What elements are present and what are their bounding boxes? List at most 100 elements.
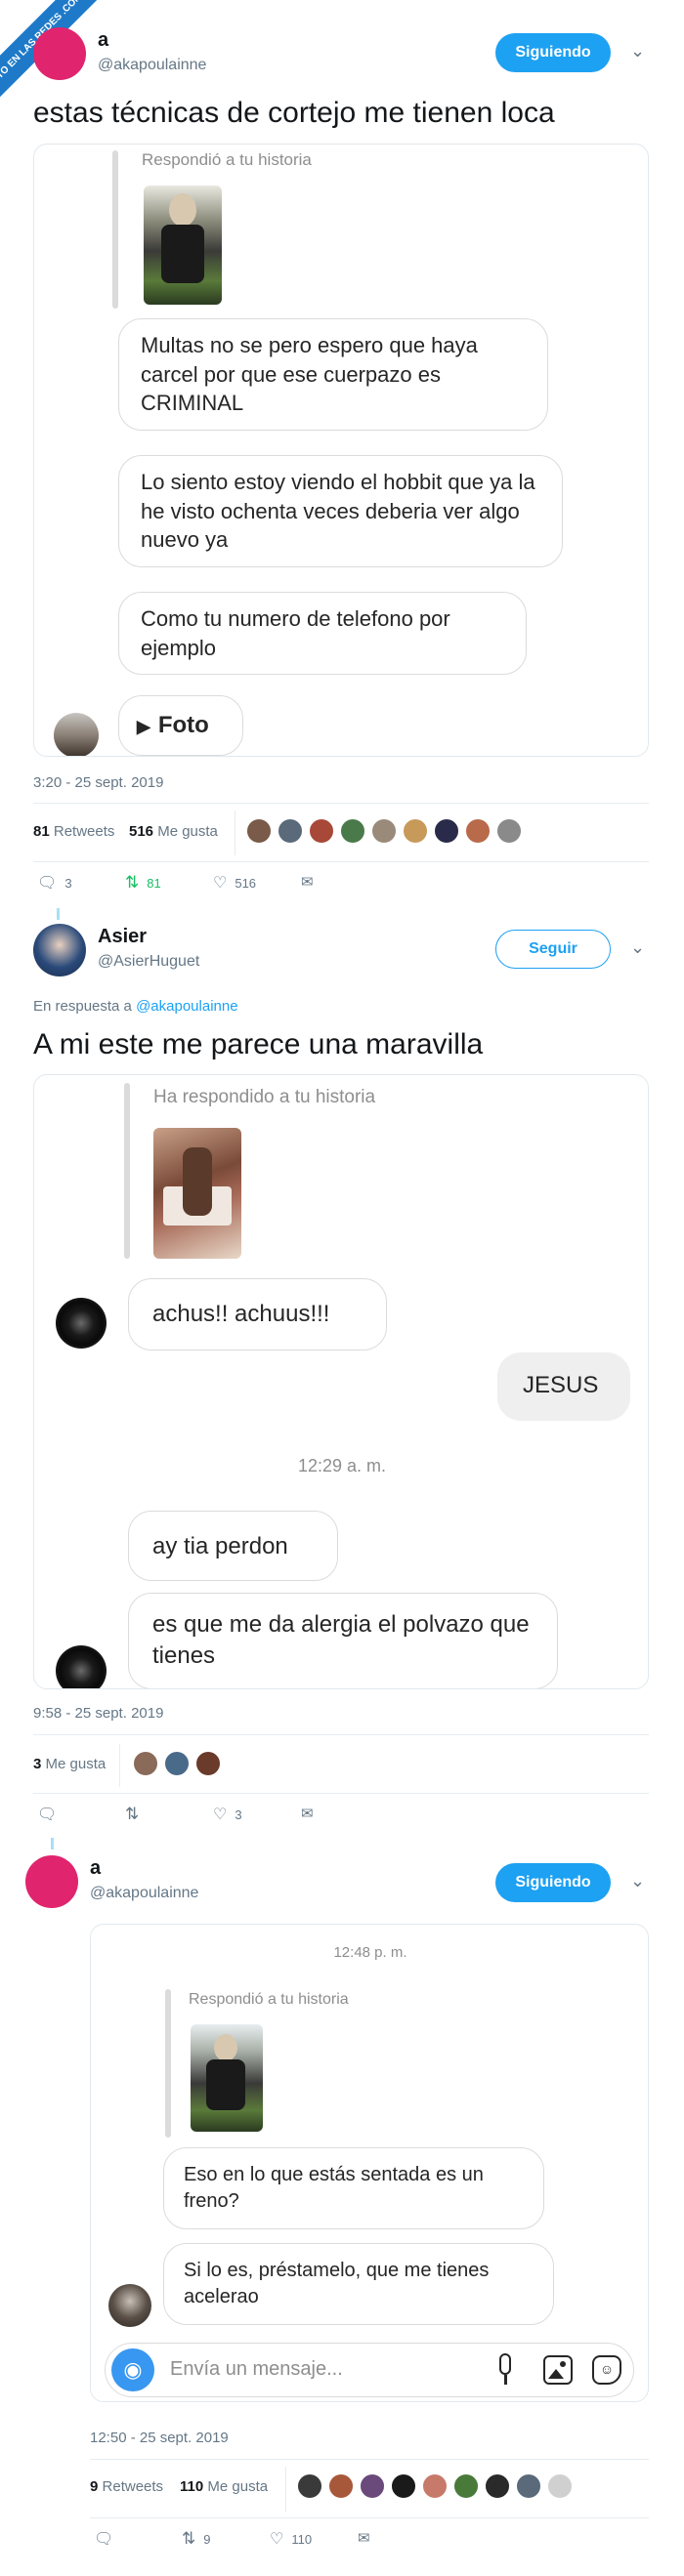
message-bubble: Eso en lo que estás sentada es un freno? — [163, 2147, 544, 2229]
retweet-count[interactable]: 9 Retweets — [90, 2478, 163, 2495]
follow-button[interactable]: Seguir — [495, 930, 611, 969]
vertical-divider — [119, 1744, 120, 1787]
reply-bar — [124, 1083, 130, 1259]
reply-bar — [165, 1989, 171, 2138]
liker-avatar[interactable] — [246, 818, 272, 844]
reply-label: Respondió a tu historia — [142, 150, 312, 169]
likers-avatars[interactable] — [133, 1751, 227, 1776]
chevron-down-icon[interactable]: ⌄ — [630, 1871, 645, 1891]
sender-avatar — [54, 713, 99, 756]
liker-avatar[interactable] — [391, 2473, 416, 2499]
reply-bar — [112, 150, 118, 309]
message-input[interactable]: Envía un mensaje... — [170, 2358, 343, 2381]
like-button[interactable]: ♡ 110 — [270, 2529, 312, 2549]
avatar[interactable] — [33, 27, 86, 80]
reply-icon: 🗨 — [37, 875, 58, 892]
retweet-icon: ⇅ — [125, 1805, 140, 1823]
chevron-down-icon[interactable]: ⌄ — [630, 41, 645, 62]
story-thumbnail — [153, 1128, 241, 1259]
retweet-button[interactable]: ⇅ 9 — [182, 2529, 210, 2549]
liker-avatar[interactable] — [496, 818, 522, 844]
liker-avatar[interactable] — [403, 818, 428, 844]
liker-avatar[interactable] — [485, 2473, 510, 2499]
mic-icon[interactable] — [494, 2353, 516, 2387]
reply-count: 3 — [64, 875, 72, 891]
like-count[interactable]: 110 Me gusta — [180, 2478, 268, 2495]
author-handle[interactable]: @AsierHuguet — [98, 953, 199, 971]
liker-avatar[interactable] — [328, 2473, 354, 2499]
liker-avatar[interactable] — [360, 2473, 385, 2499]
reply-button[interactable]: 🗨 — [94, 2529, 121, 2549]
author-name[interactable]: a — [98, 29, 108, 52]
reply-button[interactable]: 🗨 3 — [37, 873, 72, 893]
divider — [90, 2517, 649, 2518]
timestamp[interactable]: 3:20 - 25 sept. 2019 — [33, 774, 163, 791]
avatar[interactable] — [25, 1855, 78, 1908]
like-action-count: 516 — [235, 875, 257, 891]
likers-avatars[interactable] — [297, 2473, 578, 2499]
retweet-count[interactable]: 81 Retweets — [33, 823, 114, 840]
liker-avatar[interactable] — [547, 2473, 573, 2499]
dm-button[interactable]: ✉ — [358, 2529, 370, 2547]
dm-button[interactable]: ✉ — [301, 873, 314, 891]
divider — [90, 2459, 649, 2460]
gallery-icon[interactable] — [543, 2355, 573, 2385]
liker-avatar[interactable] — [453, 2473, 479, 2499]
sender-avatar — [108, 2284, 151, 2327]
like-action-count: 3 — [235, 1807, 242, 1822]
liker-avatar[interactable] — [278, 818, 303, 844]
like-button[interactable]: ♡ 3 — [213, 1805, 242, 1824]
vertical-divider — [285, 2467, 286, 2512]
like-label: Me gusta — [45, 1756, 107, 1772]
liker-avatar[interactable] — [422, 2473, 448, 2499]
retweet-button[interactable]: ⇅ — [125, 1805, 147, 1824]
liker-avatar[interactable] — [133, 1751, 158, 1776]
liker-avatar[interactable] — [465, 818, 491, 844]
liker-avatar[interactable] — [297, 2473, 322, 2499]
liker-avatar[interactable] — [164, 1751, 190, 1776]
author-name[interactable]: a — [90, 1857, 101, 1880]
message-composer[interactable]: ◉ Envía un mensaje... ☺ — [105, 2343, 634, 2397]
following-button[interactable]: Siguiendo — [495, 33, 611, 72]
message-bubble-right: JESUS — [497, 1352, 630, 1421]
like-button[interactable]: ♡ 516 — [213, 873, 256, 893]
like-count[interactable]: 516 Me gusta — [129, 823, 218, 840]
avatar[interactable] — [33, 924, 86, 976]
liker-avatar[interactable] — [434, 818, 459, 844]
liker-avatar[interactable] — [340, 818, 365, 844]
like-count[interactable]: 3 Me gusta — [33, 1756, 106, 1772]
liker-avatar[interactable] — [195, 1751, 221, 1776]
message-bubble: Lo siento estoy viendo el hobbit que ya … — [118, 455, 563, 568]
message-time: 12:48 p. m. — [333, 1944, 407, 1961]
timestamp[interactable]: 12:50 - 25 sept. 2019 — [90, 2430, 229, 2446]
liker-avatar[interactable] — [371, 818, 397, 844]
dm-screenshot-card: Respondió a tu historia Multas no se per… — [33, 144, 649, 757]
liker-avatar[interactable] — [516, 2473, 541, 2499]
reply-to-link[interactable]: @akapoulainne — [136, 998, 237, 1015]
sticker-icon[interactable]: ☺ — [592, 2355, 621, 2385]
photo-message[interactable]: ▶ Foto — [118, 695, 243, 756]
timestamp[interactable]: 9:58 - 25 sept. 2019 — [33, 1705, 163, 1722]
following-button[interactable]: Siguiendo — [495, 1863, 611, 1902]
retweet-button[interactable]: ⇅ 81 — [125, 873, 161, 893]
mail-icon: ✉ — [301, 874, 314, 891]
author-name[interactable]: Asier — [98, 926, 147, 948]
author-handle[interactable]: @akapoulainne — [90, 1885, 198, 1902]
reply-icon: 🗨 — [37, 1807, 58, 1823]
thread-line — [51, 1838, 54, 1849]
author-handle[interactable]: @akapoulainne — [98, 57, 206, 74]
camera-icon[interactable]: ◉ — [111, 2348, 154, 2391]
story-thumbnail — [191, 2024, 263, 2132]
like-number: 110 — [180, 2478, 204, 2495]
tweet-text: A mi este me parece una maravilla — [33, 1028, 484, 1060]
divider — [33, 861, 649, 862]
like-number: 3 — [33, 1756, 42, 1772]
message-bubble: es que me da alergia el polvazo que tien… — [128, 1593, 558, 1688]
retweet-label: Retweets — [102, 2478, 164, 2495]
liker-avatar[interactable] — [309, 818, 334, 844]
chevron-down-icon[interactable]: ⌄ — [630, 937, 645, 958]
heart-icon: ♡ — [213, 875, 228, 892]
reply-button[interactable]: 🗨 — [37, 1805, 64, 1824]
dm-button[interactable]: ✉ — [301, 1805, 314, 1822]
likers-avatars[interactable] — [246, 818, 528, 844]
